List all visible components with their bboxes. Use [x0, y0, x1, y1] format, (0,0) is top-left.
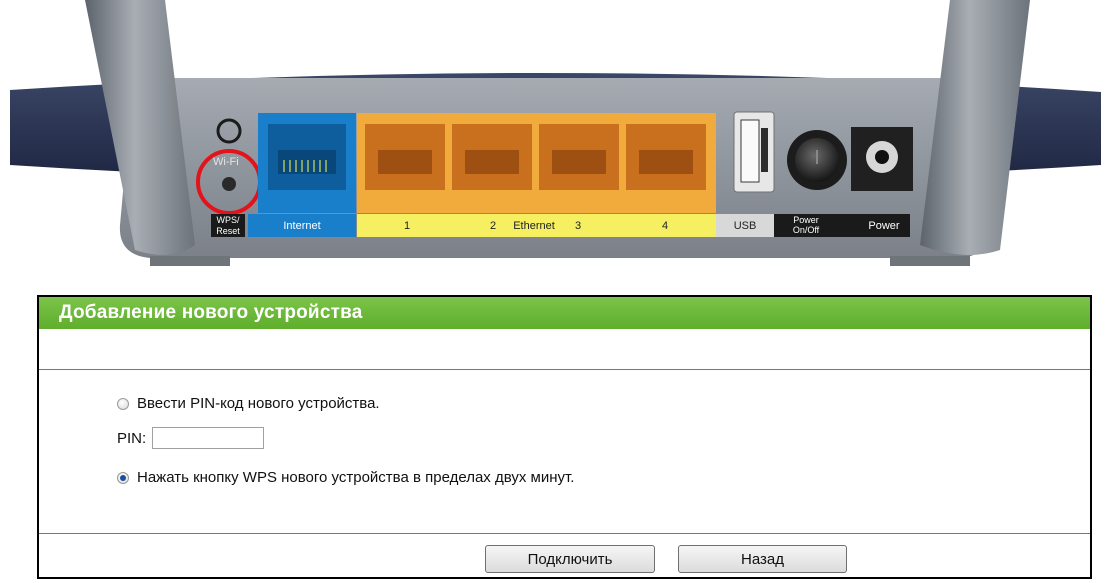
wifi-label: Wi-Fi [213, 156, 239, 168]
ethernet-label: Ethernet [513, 220, 555, 232]
connect-button[interactable]: Подключить [485, 545, 655, 573]
wps-radio[interactable] [117, 471, 129, 484]
power-label: Power [868, 220, 900, 232]
top-divider [39, 369, 1090, 370]
option-wps-row[interactable]: Нажать кнопку WPS нового устройства в пр… [117, 469, 574, 486]
bottom-divider [39, 533, 1090, 534]
power-onoff-line1: Power [793, 215, 819, 225]
option-pin-row[interactable]: Ввести PIN-код нового устройства. [117, 395, 380, 412]
add-device-panel: Добавление нового устройства Ввести PIN-… [37, 295, 1092, 579]
lan-3-label: 3 [575, 220, 581, 232]
router-rear-panel-image: Wi-Fi WPS/ Reset Internet 1 2 Ethernet 3… [10, 0, 1101, 266]
option-wps-label: Нажать кнопку WPS нового устройства в пр… [137, 469, 575, 486]
lan-1-label: 1 [404, 220, 410, 232]
pin-input[interactable] [152, 427, 265, 449]
lan-4-label: 4 [662, 220, 668, 232]
panel-title: Добавление нового устройства [39, 297, 1090, 329]
wps-reset-button [222, 177, 236, 191]
wps-label-line2: Reset [216, 226, 240, 236]
option-pin-label: Ввести PIN-код нового устройства. [137, 395, 380, 412]
pin-radio[interactable] [117, 397, 129, 410]
pin-label: PIN: [117, 429, 147, 447]
wps-label-line1: WPS/ [216, 215, 240, 225]
back-button[interactable]: Назад [678, 545, 847, 573]
pin-row: PIN: [117, 427, 265, 449]
internet-label: Internet [283, 220, 320, 232]
usb-label: USB [734, 220, 757, 232]
power-onoff-line2: On/Off [793, 225, 820, 235]
lan-2-label: 2 [490, 220, 496, 232]
